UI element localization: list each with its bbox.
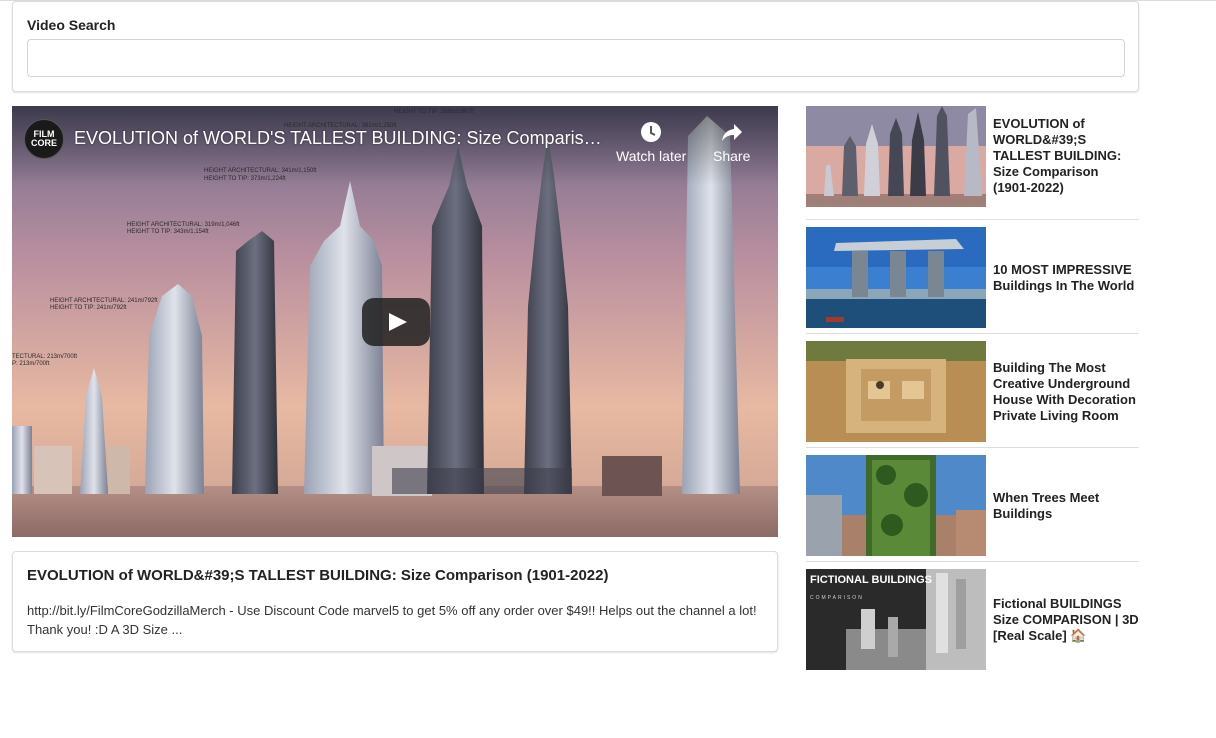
- video-list-item[interactable]: FICTIONAL BUILDINGS COMPARISON Fictional…: [806, 562, 1139, 676]
- video-list-item[interactable]: When Trees Meet Buildings: [806, 448, 1139, 562]
- annotation: HEIGHT ARCHITECTURAL: 319m/1,046ft: [127, 222, 240, 228]
- search-input[interactable]: [27, 39, 1125, 77]
- annotation: TECTURAL: 213m/700ft: [12, 354, 77, 360]
- watch-later-label: Watch later: [616, 148, 687, 164]
- player-title[interactable]: EVOLUTION of WORLD'S TALLEST BUILDING: S…: [74, 128, 604, 149]
- annotation: HEIGHT TO TIP: 508m/1667ft: [394, 109, 474, 115]
- annotation: HEIGHT ARCHITECTURAL: 341m/1,150ft: [204, 168, 317, 174]
- thumbnail-title: FICTIONAL BUILDINGS: [810, 574, 932, 586]
- annotation: P: 213m/700ft: [12, 361, 50, 367]
- annotation: HEIGHT ARCHITECTURAL: 241m/792ft: [50, 298, 158, 304]
- share-icon: [721, 124, 742, 141]
- video-list-item[interactable]: 10 MOST IMPRESSIVE Buildings In The Worl…: [806, 220, 1139, 334]
- clock-icon: [641, 122, 662, 142]
- annotation: HEIGHT TO TIP: 373m/1,224ft: [204, 176, 286, 182]
- video-thumbnail[interactable]: [806, 455, 986, 556]
- video-list-item-title[interactable]: Fictional BUILDINGS Size COMPARISON | 3D…: [993, 569, 1139, 670]
- video-detail-description: http://bit.ly/FilmCoreGodzillaMerch - Us…: [27, 603, 757, 637]
- video-thumbnail[interactable]: FICTIONAL BUILDINGS COMPARISON: [806, 569, 986, 670]
- share-label: Share: [713, 148, 751, 164]
- video-list-item-title[interactable]: 10 MOST IMPRESSIVE Buildings In The Worl…: [993, 227, 1139, 328]
- annotation: HEIGHT TO TIP: 343m/1,154ft: [127, 229, 209, 235]
- watch-later-button[interactable]: Watch later: [616, 120, 686, 164]
- channel-avatar[interactable]: FILM CORE: [24, 119, 64, 159]
- video-list-item-title[interactable]: Building The Most Creative Underground H…: [993, 341, 1139, 442]
- search-label: Video Search: [27, 17, 116, 33]
- video-list-item[interactable]: Building The Most Creative Underground H…: [806, 334, 1139, 448]
- play-button[interactable]: [362, 298, 430, 346]
- video-thumbnail[interactable]: [806, 227, 986, 328]
- video-player[interactable]: HEIGHT TO TIP: 508m/1667ft HEIGHT ARCHIT…: [12, 106, 778, 537]
- video-detail-title: EVOLUTION of WORLD&#39;S TALLEST BUILDIN…: [27, 567, 609, 584]
- thumbnail-subtitle: COMPARISON: [810, 595, 864, 601]
- video-detail-card: EVOLUTION of WORLD&#39;S TALLEST BUILDIN…: [12, 551, 778, 652]
- video-list-item-title[interactable]: When Trees Meet Buildings: [993, 455, 1139, 556]
- annotation: HEIGHT TO TIP: 241m/792ft: [50, 305, 127, 311]
- video-list-item-title[interactable]: EVOLUTION of WORLD&#39;S TALLEST BUILDIN…: [993, 116, 1139, 196]
- video-thumbnail[interactable]: [806, 341, 986, 442]
- video-thumbnail[interactable]: [806, 106, 986, 207]
- video-list-item[interactable]: EVOLUTION of WORLD&#39;S TALLEST BUILDIN…: [806, 106, 1139, 220]
- video-list: EVOLUTION of WORLD&#39;S TALLEST BUILDIN…: [806, 106, 1139, 676]
- share-button[interactable]: Share: [713, 120, 750, 164]
- search-card: Video Search: [12, 1, 1139, 92]
